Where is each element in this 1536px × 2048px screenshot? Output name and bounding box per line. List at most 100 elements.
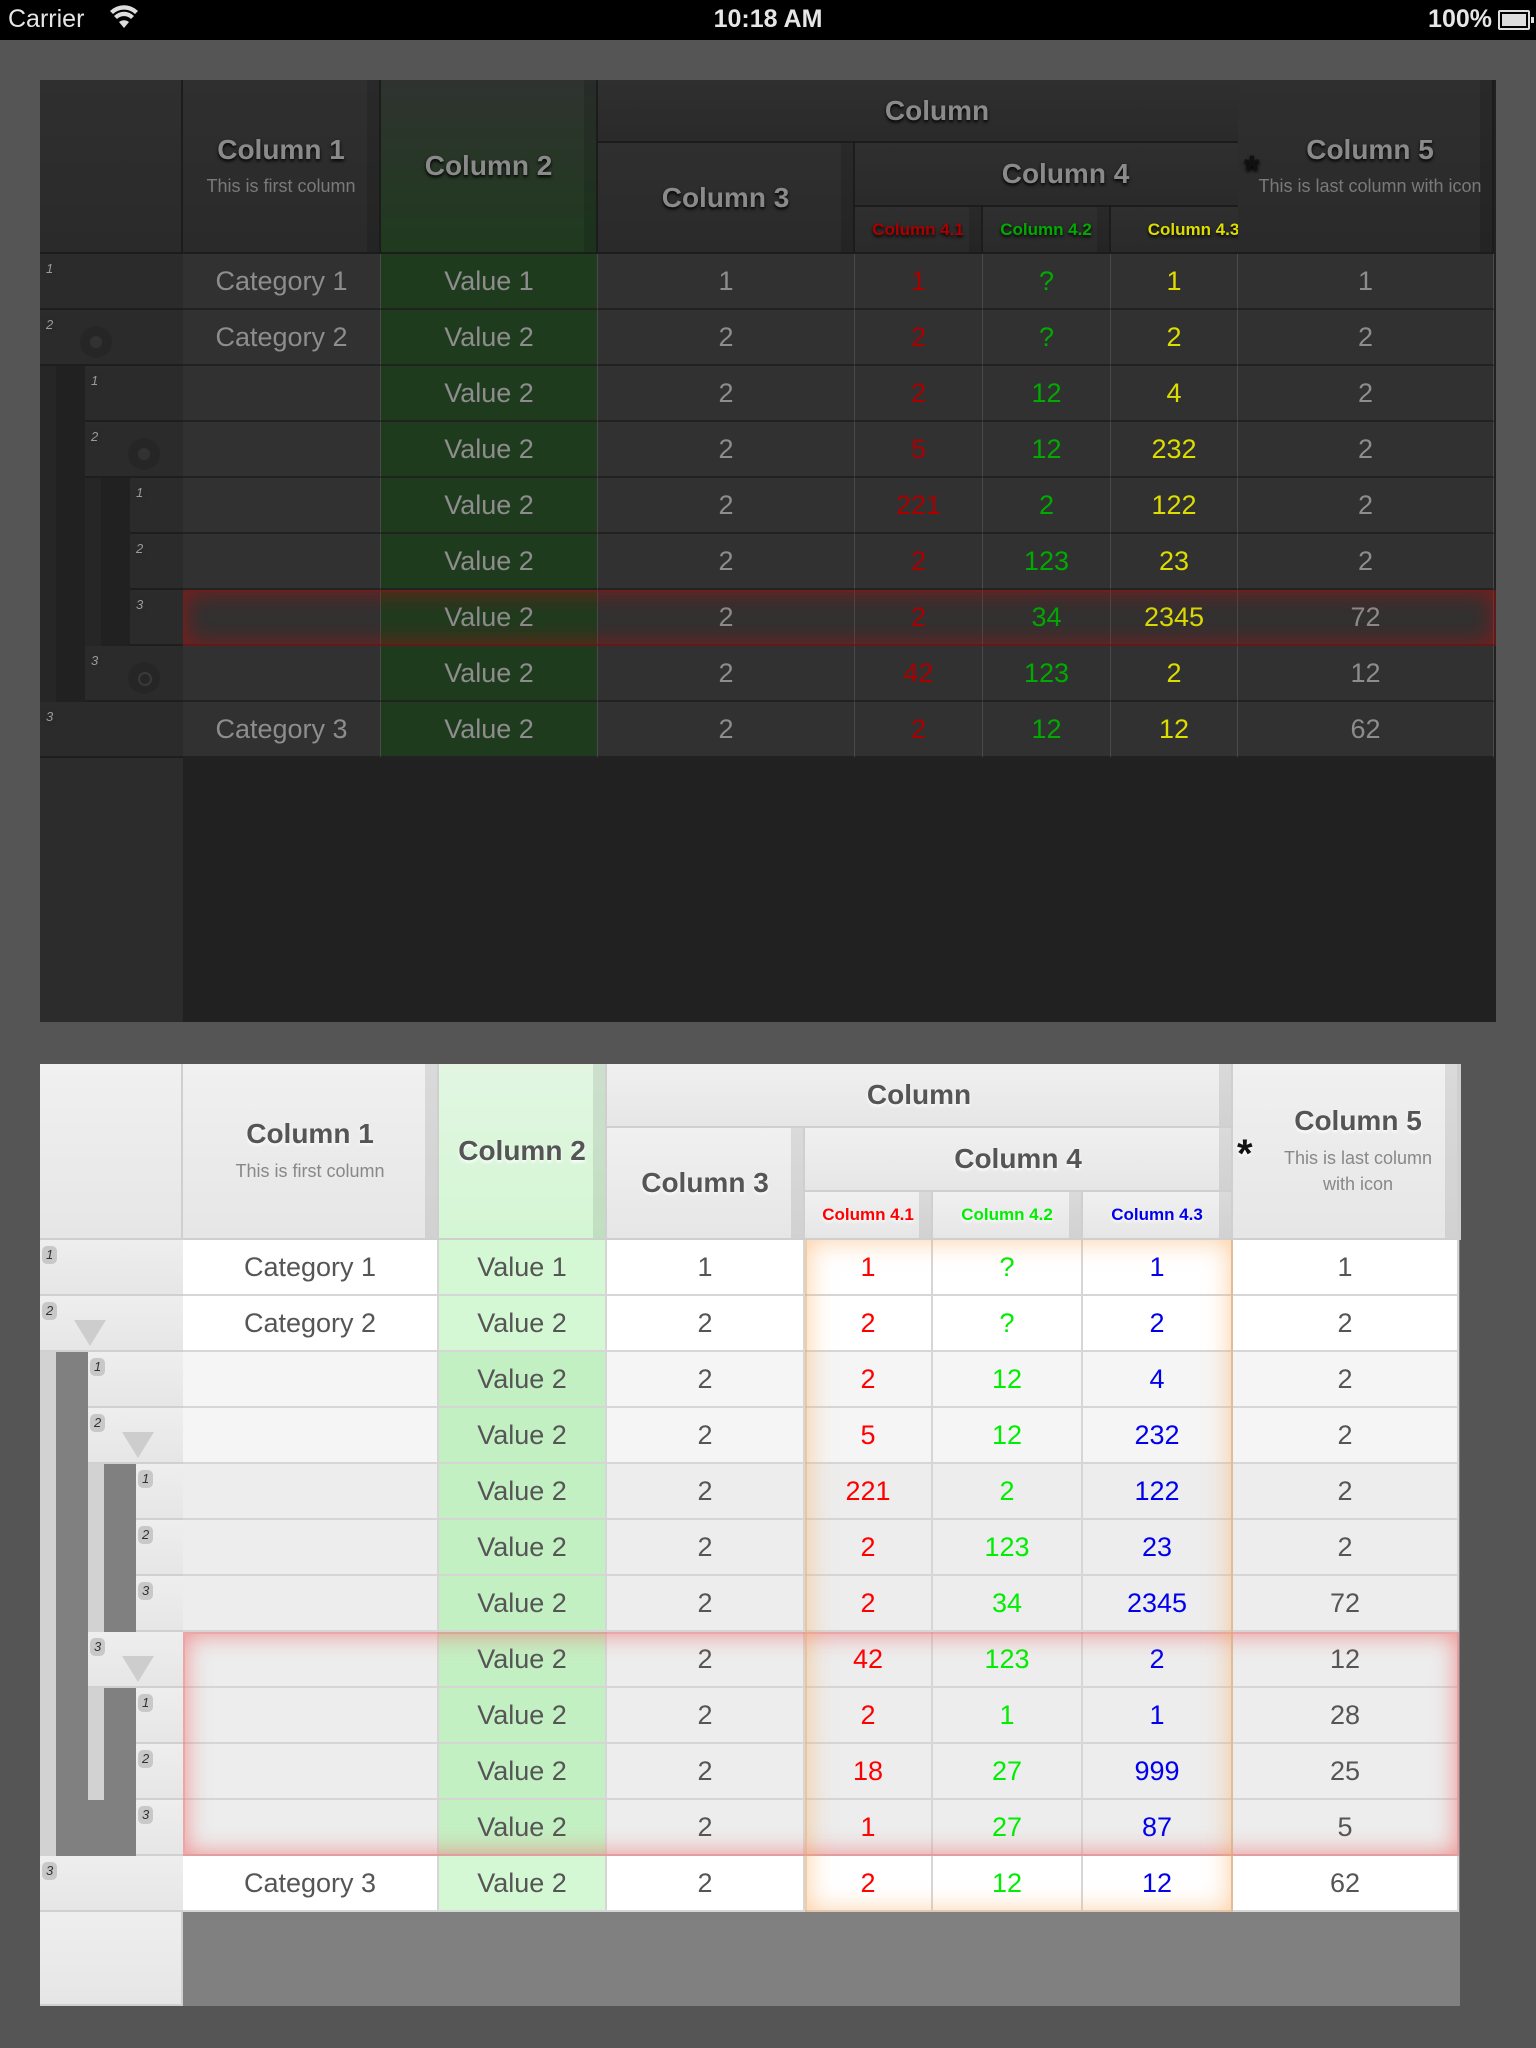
cell-c41[interactable]: 2 [855,366,983,422]
cell-col3[interactable]: 2 [598,478,855,534]
cell-col3[interactable]: 2 [607,1800,805,1856]
cell-col3[interactable]: 2 [598,366,855,422]
cell-col5[interactable]: 2 [1233,1352,1459,1408]
cell-col3[interactable]: 2 [598,310,855,366]
cell-col2[interactable]: Value 2 [381,534,598,590]
cell-c43[interactable]: 2 [1111,646,1238,702]
cell-col5[interactable]: 28 [1233,1688,1459,1744]
cell-c41[interactable]: 2 [855,590,983,646]
cell-col2[interactable]: Value 2 [439,1688,607,1744]
row-header[interactable] [40,1240,183,1296]
cell-c43[interactable]: 1 [1083,1240,1233,1296]
cell-col1[interactable]: Category 1 [183,1240,439,1296]
cell-c43[interactable]: 4 [1111,366,1238,422]
cell-c43[interactable]: 2 [1083,1632,1233,1688]
cell-col2[interactable]: Value 2 [439,1576,607,1632]
cell-col3[interactable]: 2 [607,1856,805,1912]
header-column-4-1[interactable]: Column 4.1 [855,207,983,254]
column-resize-handle[interactable] [791,1128,803,1238]
header-column-4[interactable]: Column 4 [855,143,1278,207]
column-resize-handle[interactable] [367,80,379,252]
cell-c43[interactable]: 4 [1083,1352,1233,1408]
cell-col2[interactable]: Value 2 [381,422,598,478]
cell-col2[interactable]: Value 2 [439,1800,607,1856]
cell-col2[interactable]: Value 2 [439,1744,607,1800]
row-header[interactable] [40,1856,183,1912]
cell-col2[interactable]: Value 2 [439,1296,607,1352]
cell-c42[interactable]: 123 [933,1632,1083,1688]
cell-col1[interactable] [183,1744,439,1800]
cell-c41[interactable]: 2 [805,1352,933,1408]
cell-col3[interactable]: 1 [598,254,855,310]
cell-c41[interactable]: 1 [855,254,983,310]
cell-c42[interactable]: 27 [933,1800,1083,1856]
cell-col2[interactable]: Value 2 [439,1352,607,1408]
cell-col1[interactable] [183,1800,439,1856]
collapse-toggle-icon[interactable] [128,438,160,470]
cell-c43[interactable]: 999 [1083,1744,1233,1800]
header-column-4-1[interactable]: Column 4.1 [805,1192,933,1240]
column-resize-handle[interactable] [1480,80,1492,252]
cell-col5[interactable]: 72 [1238,590,1494,646]
header-column-4[interactable]: Column 4 [805,1128,1233,1192]
header-column-3[interactable]: Column 3 [607,1128,805,1240]
cell-col2[interactable]: Value 2 [381,702,598,758]
header-column-4-3[interactable]: Column 4.3 [1083,1192,1233,1240]
cell-c41[interactable]: 5 [855,422,983,478]
cell-c42[interactable]: ? [933,1240,1083,1296]
cell-c41[interactable]: 42 [805,1632,933,1688]
cell-col3[interactable]: 2 [607,1632,805,1688]
cell-col1[interactable] [183,646,381,702]
cell-c43[interactable]: 2345 [1083,1576,1233,1632]
cell-col1[interactable] [183,422,381,478]
cell-col2[interactable]: Value 2 [381,310,598,366]
cell-col2[interactable]: Value 2 [439,1520,607,1576]
cell-c41[interactable]: 2 [805,1296,933,1352]
cell-col3[interactable]: 2 [607,1408,805,1464]
row-header[interactable] [40,1296,183,1352]
cell-col5[interactable]: 2 [1233,1408,1459,1464]
cell-col3[interactable]: 2 [598,422,855,478]
cell-col5[interactable]: 2 [1238,534,1494,590]
cell-c42[interactable]: 12 [983,366,1111,422]
cell-col1[interactable]: Category 1 [183,254,381,310]
cell-col1[interactable] [183,1352,439,1408]
cell-c41[interactable]: 2 [805,1576,933,1632]
cell-c41[interactable]: 2 [805,1520,933,1576]
header-column-3[interactable]: Column 3 [598,143,855,254]
cell-col3[interactable]: 2 [607,1352,805,1408]
cell-col3[interactable]: 2 [598,702,855,758]
header-column-4-2[interactable]: Column 4.2 [983,207,1111,254]
column-resize-handle[interactable] [1069,1192,1081,1238]
header-column-2[interactable]: Column 2 [439,1064,607,1240]
cell-col1[interactable] [183,1464,439,1520]
cell-c42[interactable]: 12 [933,1856,1083,1912]
cell-col5[interactable]: 2 [1233,1464,1459,1520]
cell-col3[interactable]: 2 [607,1688,805,1744]
cell-c42[interactable]: ? [983,254,1111,310]
cell-col3[interactable]: 2 [607,1744,805,1800]
cell-col1[interactable] [183,1632,439,1688]
cell-c42[interactable]: 12 [933,1408,1083,1464]
cell-col5[interactable]: 2 [1238,478,1494,534]
cell-c43[interactable]: 2345 [1111,590,1238,646]
cell-col5[interactable]: 12 [1238,646,1494,702]
cell-c43[interactable]: 232 [1083,1408,1233,1464]
column-resize-handle[interactable] [1219,1192,1231,1238]
cell-c42[interactable]: ? [933,1296,1083,1352]
cell-col5[interactable]: 62 [1238,702,1494,758]
cell-col5[interactable]: 1 [1233,1240,1459,1296]
cell-c41[interactable]: 2 [855,702,983,758]
cell-c41[interactable]: 5 [805,1408,933,1464]
cell-c43[interactable]: 23 [1083,1520,1233,1576]
cell-c42[interactable]: 34 [933,1576,1083,1632]
cell-c43[interactable]: 12 [1083,1856,1233,1912]
cell-col1[interactable]: Category 2 [183,1296,439,1352]
header-column-5[interactable]: * Column 5 This is last column with icon [1238,80,1494,254]
column-resize-handle[interactable] [593,1064,605,1238]
cell-col3[interactable]: 2 [607,1576,805,1632]
cell-c43[interactable]: 1 [1111,254,1238,310]
cell-col1[interactable] [183,366,381,422]
cell-col2[interactable]: Value 2 [381,366,598,422]
cell-col2[interactable]: Value 2 [381,646,598,702]
